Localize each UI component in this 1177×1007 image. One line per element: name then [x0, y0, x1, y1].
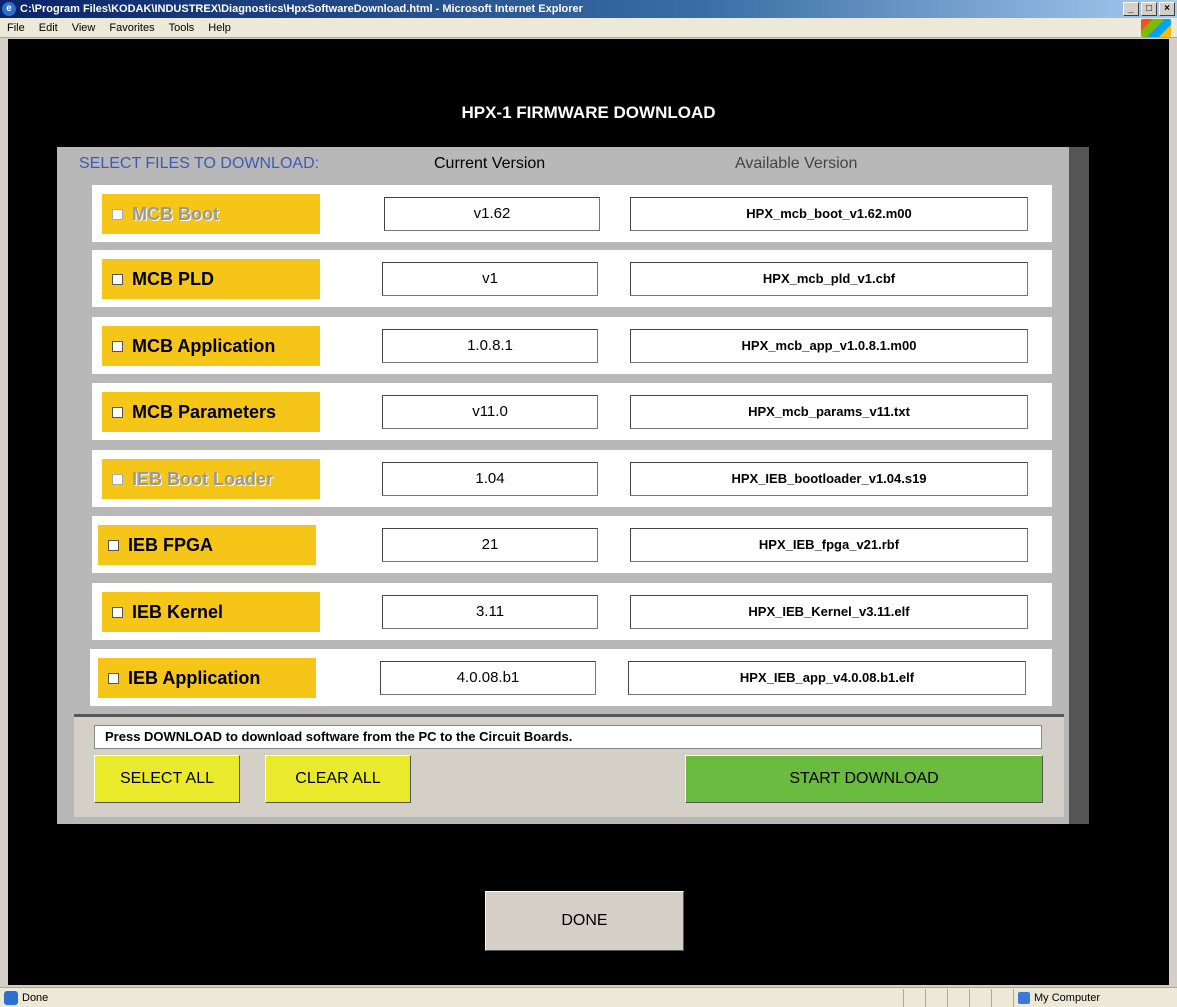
status-text: Done — [22, 991, 49, 1004]
label-text: IEB FPGA — [128, 534, 214, 555]
label-text: IEB Kernel — [132, 601, 224, 622]
status-cell — [991, 988, 1013, 1007]
status-cell — [925, 988, 947, 1007]
header-available-version: Available Version — [735, 155, 858, 172]
action-bar: Press DOWNLOAD to download software from… — [74, 714, 1064, 817]
current-version-field: 1.04 — [382, 462, 598, 496]
start-download-button[interactable]: START DOWNLOAD — [685, 755, 1043, 803]
internet-explorer-icon: e — [2, 2, 16, 16]
window-title-bar: e C:\Program Files\KODAK\INDUSTREX\Diagn… — [0, 0, 1177, 18]
menu-view[interactable]: View — [65, 22, 103, 34]
current-version-field: 3.11 — [382, 595, 598, 629]
status-cell — [903, 988, 925, 1007]
status-cell — [969, 988, 991, 1007]
row-ieb-application: IEB Application 4.0.08.b1 HPX_IEB_app_v4… — [90, 649, 1052, 706]
maximize-button[interactable]: □ — [1141, 2, 1157, 16]
checkbox-mcb-application[interactable] — [112, 340, 123, 352]
menu-file[interactable]: File — [0, 22, 32, 34]
panel-edge — [1069, 147, 1089, 824]
label-text: MCB Parameters — [132, 401, 277, 422]
label-mcb-application: MCB Application — [102, 326, 320, 366]
menu-bar: File Edit View Favorites Tools Help — [0, 18, 1177, 38]
label-text: IEB Boot Loader — [132, 468, 274, 489]
label-text: MCB PLD — [132, 268, 214, 289]
available-version-field: HPX_IEB_fpga_v21.rbf — [630, 528, 1028, 562]
available-version-field: HPX_mcb_params_v11.txt — [630, 395, 1028, 429]
row-ieb-fpga: IEB FPGA 21 HPX_IEB_fpga_v21.rbf — [92, 516, 1052, 573]
page-done-icon — [4, 990, 18, 1005]
row-mcb-pld: MCB PLD v1 HPX_mcb_pld_v1.cbf — [92, 250, 1052, 307]
label-mcb-parameters: MCB Parameters — [102, 392, 320, 432]
status-cells: My Computer — [903, 988, 1177, 1007]
row-mcb-boot: MCB Boot v1.62 HPX_mcb_boot_v1.62.m00 — [92, 185, 1052, 242]
label-ieb-kernel: IEB Kernel — [102, 592, 320, 632]
row-mcb-application: MCB Application 1.0.8.1 HPX_mcb_app_v1.0… — [92, 317, 1052, 374]
row-ieb-boot-loader: IEB Boot Loader 1.04 HPX_IEB_bootloader_… — [92, 450, 1052, 507]
available-version-field: HPX_mcb_boot_v1.62.m00 — [630, 197, 1028, 231]
status-cell — [947, 988, 969, 1007]
available-version-field: HPX_mcb_app_v1.0.8.1.m00 — [630, 329, 1028, 363]
label-mcb-boot: MCB Boot — [102, 194, 320, 234]
header-current-version: Current Version — [434, 155, 546, 172]
checkbox-ieb-fpga[interactable] — [108, 539, 119, 551]
menu-favorites[interactable]: Favorites — [102, 22, 161, 34]
done-button[interactable]: DONE — [485, 891, 684, 951]
page-title: HPX-1 FIRMWARE DOWNLOAD — [461, 103, 716, 122]
select-all-button[interactable]: SELECT ALL — [94, 755, 240, 803]
close-button[interactable]: × — [1159, 2, 1175, 16]
checkbox-mcb-pld[interactable] — [112, 273, 123, 285]
menu-help[interactable]: Help — [201, 22, 238, 34]
label-ieb-boot-loader: IEB Boot Loader — [102, 459, 320, 499]
label-text: IEB Application — [128, 667, 261, 688]
current-version-field: 1.0.8.1 — [382, 329, 598, 363]
clear-all-button[interactable]: CLEAR ALL — [265, 755, 411, 803]
download-panel: SELECT FILES TO DOWNLOAD: Current Versio… — [57, 147, 1089, 824]
checkbox-ieb-application[interactable] — [108, 672, 119, 684]
current-version-field: v1.62 — [384, 197, 600, 231]
security-zone: My Computer — [1013, 988, 1163, 1007]
checkbox-ieb-kernel[interactable] — [112, 606, 123, 618]
status-bar: Done My Computer — [0, 987, 1177, 1007]
zone-label: My Computer — [1034, 991, 1101, 1004]
available-version-field: HPX_IEB_Kernel_v3.11.elf — [630, 595, 1028, 629]
header-select-files: SELECT FILES TO DOWNLOAD: — [79, 155, 320, 172]
checkbox-mcb-parameters[interactable] — [112, 406, 123, 418]
minimize-button[interactable]: _ — [1123, 2, 1139, 16]
menu-tools[interactable]: Tools — [162, 22, 202, 34]
available-version-field: HPX_IEB_app_v4.0.08.b1.elf — [628, 661, 1026, 695]
status-message: Press DOWNLOAD to download software from… — [94, 725, 1042, 749]
label-text: MCB Boot — [132, 203, 219, 224]
resize-grip-icon[interactable] — [1163, 989, 1177, 1007]
window-title: C:\Program Files\KODAK\INDUSTREX\Diagnos… — [20, 3, 583, 15]
label-text: MCB Application — [132, 335, 276, 356]
current-version-field: 4.0.08.b1 — [380, 661, 596, 695]
label-ieb-application: IEB Application — [98, 658, 316, 698]
label-mcb-pld: MCB PLD — [102, 259, 320, 299]
row-ieb-kernel: IEB Kernel 3.11 HPX_IEB_Kernel_v3.11.elf — [92, 583, 1052, 640]
windows-logo-icon — [1141, 19, 1171, 37]
current-version-field: 21 — [382, 528, 598, 562]
page-content: HPX-1 FIRMWARE DOWNLOAD SELECT FILES TO … — [8, 39, 1169, 985]
current-version-field: v1 — [382, 262, 598, 296]
available-version-field: HPX_mcb_pld_v1.cbf — [630, 262, 1028, 296]
label-ieb-fpga: IEB FPGA — [98, 525, 316, 565]
available-version-field: HPX_IEB_bootloader_v1.04.s19 — [630, 462, 1028, 496]
checkbox-mcb-boot[interactable] — [112, 208, 123, 220]
my-computer-icon — [1018, 991, 1030, 1004]
current-version-field: v11.0 — [382, 395, 598, 429]
row-mcb-parameters: MCB Parameters v11.0 HPX_mcb_params_v11.… — [92, 383, 1052, 440]
menu-edit[interactable]: Edit — [32, 22, 65, 34]
checkbox-ieb-boot-loader[interactable] — [112, 473, 123, 485]
